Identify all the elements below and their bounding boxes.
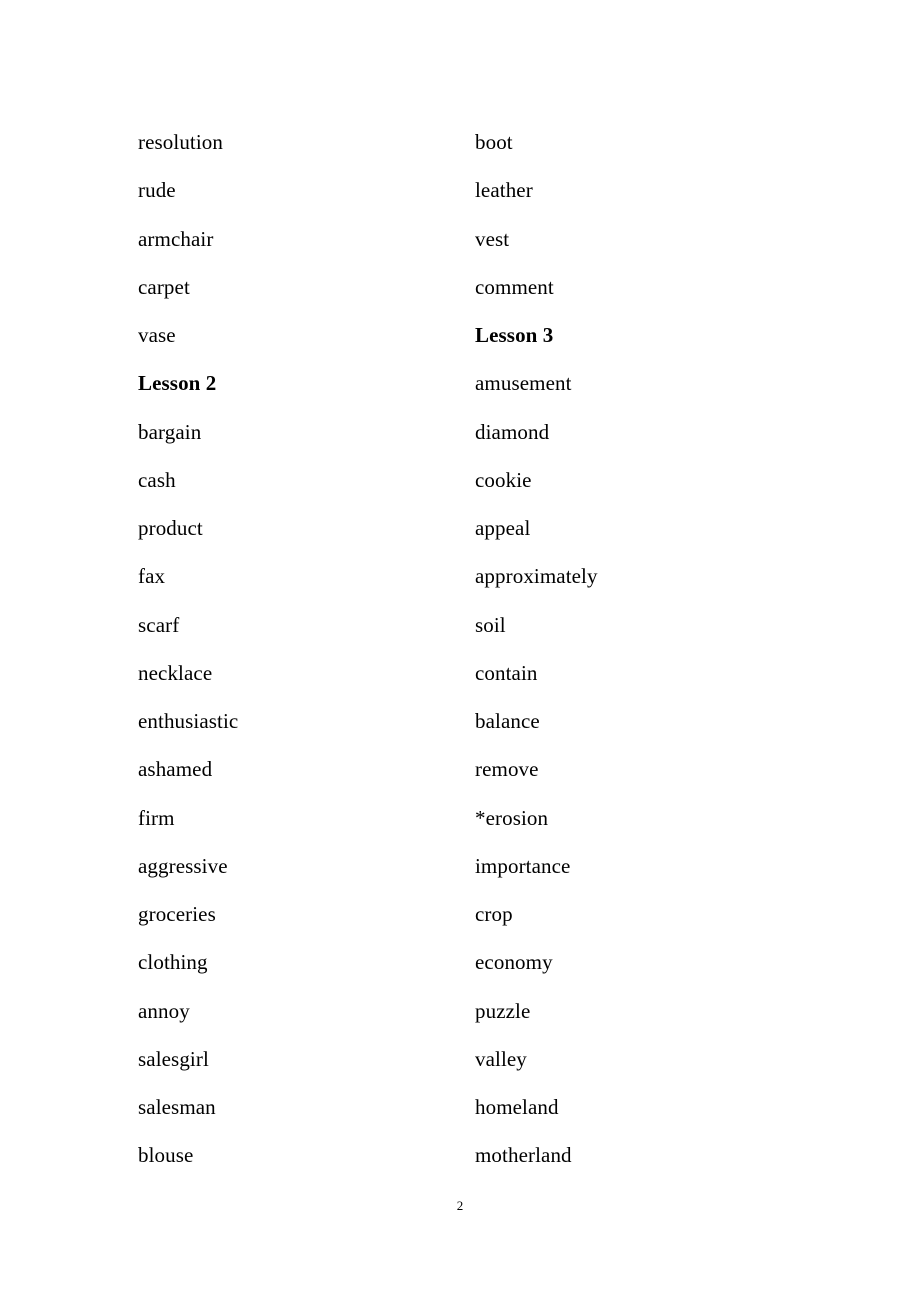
vocabulary-word: leather [475,178,533,203]
vocabulary-word: ashamed [138,757,213,782]
vocabulary-word: homeland [475,1095,559,1119]
vocabulary-word: diamond [475,419,550,444]
vocabulary-word: armchair [138,226,214,251]
word-list-column-right: boot leather vest comment Lesson 3 amusement d… [475,118,812,1180]
vocabulary-word: balance [475,709,540,733]
vocabulary-word: vase [138,323,176,347]
vocabulary-word: vest [475,226,510,251]
vocabulary-word: scarf [138,612,180,637]
lesson-heading: Lesson 3 [475,323,554,347]
vocabulary-word: contain [475,660,538,685]
vocabulary-word: groceries [138,902,216,926]
lesson-heading: Lesson 2 [138,371,217,396]
vocabulary-word: motherland [475,1143,572,1168]
vocabulary-word: boot [475,130,513,154]
vocabulary-word: puzzle [475,998,531,1023]
vocabulary-word: cookie [475,467,532,492]
vocabulary-word: enthusiastic [138,709,239,733]
vocabulary-word: amusement [475,371,572,396]
vocabulary-word: firm [138,805,175,830]
vocabulary-word: fax [138,564,166,589]
vocabulary-word: bargain [138,419,202,444]
vocabulary-word: importance [475,853,571,878]
vocabulary-word: remove [475,757,539,782]
word-list-columns: resolution rude armchair carpet vase Lesson 2… [0,118,920,1180]
vocabulary-word: carpet [138,274,190,299]
page-number: 2 [456,1198,464,1213]
vocabulary-word: comment [475,274,554,299]
vocabulary-word: crop [475,902,513,926]
document-page: resolution rude armchair carpet vase Lesson 2… [0,0,920,1302]
vocabulary-word: salesgirl [138,1046,209,1071]
vocabulary-word: approximately [475,564,598,589]
vocabulary-word: appeal [475,516,531,540]
vocabulary-word: valley [475,1046,527,1071]
vocabulary-word: blouse [138,1143,194,1168]
vocabulary-word: salesman [138,1095,216,1119]
vocabulary-word: resolution [138,130,223,154]
word-list-column-left: resolution rude armchair carpet vase Lesson 2… [138,118,475,1180]
vocabulary-word: cash [138,467,176,492]
vocabulary-word: annoy [138,998,190,1023]
vocabulary-word: necklace [138,660,213,685]
vocabulary-word: rude [138,178,176,203]
vocabulary-word: product [138,516,203,540]
vocabulary-word: aggressive [138,853,228,878]
vocabulary-word: economy [475,950,553,975]
vocabulary-word: clothing [138,950,208,975]
vocabulary-word: *erosion [475,805,549,830]
vocabulary-word: soil [475,612,506,637]
